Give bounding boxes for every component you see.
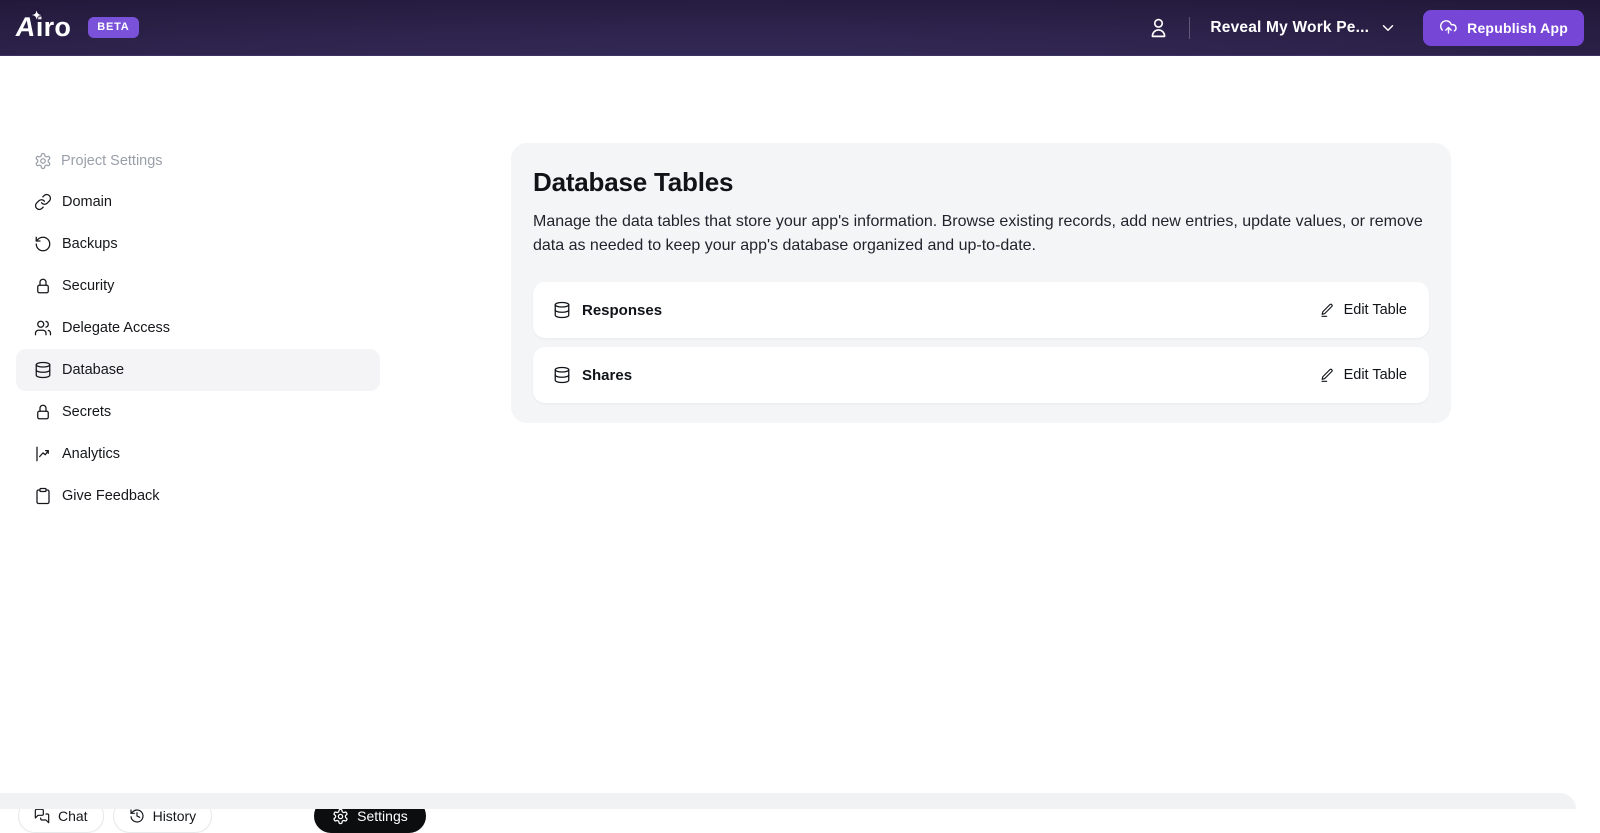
database-icon: [34, 361, 52, 379]
logo-sparkle-icon: ✦: [32, 10, 42, 22]
sidebar-item-label: Analytics: [62, 446, 121, 462]
cloud-upload-icon: [1439, 18, 1458, 37]
sidebar-item-give-feedback[interactable]: Give Feedback: [16, 475, 380, 517]
sidebar-item-label: Give Feedback: [62, 488, 160, 504]
lock-icon: [34, 403, 52, 421]
bottom-strip: [0, 793, 1576, 809]
sidebar-item-label: Security: [62, 278, 115, 294]
clipboard-icon: [34, 487, 52, 505]
history-icon: [129, 808, 145, 824]
sidebar-item-analytics[interactable]: Analytics: [16, 433, 380, 475]
chevron-down-icon: [1379, 19, 1397, 37]
settings-sidebar: Project Settings Domain Backups Security…: [16, 141, 380, 517]
edit-table-label: Edit Table: [1343, 367, 1407, 383]
app-body: Project Settings Domain Backups Security…: [0, 56, 1600, 833]
sidebar-header-label: Project Settings: [61, 153, 163, 169]
table-row-responses: Responses Edit Table: [533, 282, 1429, 338]
edit-table-button[interactable]: Edit Table: [1317, 361, 1409, 389]
chat-label: Chat: [58, 808, 88, 824]
settings-label: Settings: [357, 808, 408, 824]
sidebar-item-label: Domain: [62, 194, 112, 210]
nav-right: Reveal My Work Pe... Republish App: [1142, 9, 1584, 46]
sidebar-item-domain[interactable]: Domain: [16, 181, 380, 223]
page-title: Database Tables: [533, 167, 734, 197]
sidebar-item-security[interactable]: Security: [16, 265, 380, 307]
pen-line-icon: [1319, 302, 1335, 318]
beta-badge: BETA: [88, 16, 139, 39]
top-nav: Airo ✦ BETA Reveal My Work Pe... Republi…: [0, 0, 1600, 56]
table-name: Shares: [582, 366, 633, 384]
table-row-shares: Shares Edit Table: [533, 347, 1429, 403]
messages-square-icon: [34, 808, 50, 824]
table-row-left: Shares: [553, 366, 632, 384]
link-icon: [34, 193, 52, 211]
sidebar-item-label: Backups: [62, 236, 118, 252]
republish-label: Republish App: [1467, 19, 1568, 36]
republish-app-button[interactable]: Republish App: [1423, 9, 1584, 46]
page-description: Manage the data tables that store your a…: [533, 213, 1423, 254]
gear-icon: [332, 808, 349, 825]
sidebar-item-delegate-access[interactable]: Delegate Access: [16, 307, 380, 349]
rotate-ccw-icon: [34, 235, 52, 253]
table-name: Responses: [582, 301, 663, 319]
users-icon: [34, 319, 52, 337]
account-button[interactable]: [1142, 11, 1175, 44]
app-title: Reveal My Work Pe...: [1210, 18, 1370, 36]
sidebar-item-label: Secrets: [62, 404, 112, 420]
sidebar-item-secrets[interactable]: Secrets: [16, 391, 380, 433]
table-list: Responses Edit Table Shares Edit Table: [533, 282, 1429, 403]
edit-table-button[interactable]: Edit Table: [1317, 296, 1409, 324]
edit-table-label: Edit Table: [1343, 302, 1407, 318]
airo-logo: Airo ✦: [14, 10, 75, 43]
sidebar-item-label: Delegate Access: [62, 320, 171, 336]
chart-line-icon: [34, 445, 52, 463]
app-title-dropdown[interactable]: Reveal My Work Pe...: [1204, 18, 1403, 38]
database-tables-panel: Database Tables Manage the data tables t…: [511, 143, 1451, 423]
history-label: History: [152, 808, 197, 824]
pen-line-icon: [1319, 367, 1335, 383]
user-icon: [1146, 15, 1171, 40]
database-icon: [553, 366, 571, 384]
sidebar-item-backups[interactable]: Backups: [16, 223, 380, 265]
nav-left: Airo ✦ BETA: [14, 10, 139, 43]
table-row-left: Responses: [553, 301, 662, 319]
gear-icon: [34, 152, 52, 170]
lock-icon: [34, 277, 52, 295]
sidebar-header-project-settings: Project Settings: [16, 141, 380, 181]
sidebar-item-label: Database: [62, 362, 125, 378]
database-icon: [553, 301, 571, 319]
sidebar-item-database[interactable]: Database: [16, 349, 380, 391]
nav-divider: [1189, 16, 1191, 39]
